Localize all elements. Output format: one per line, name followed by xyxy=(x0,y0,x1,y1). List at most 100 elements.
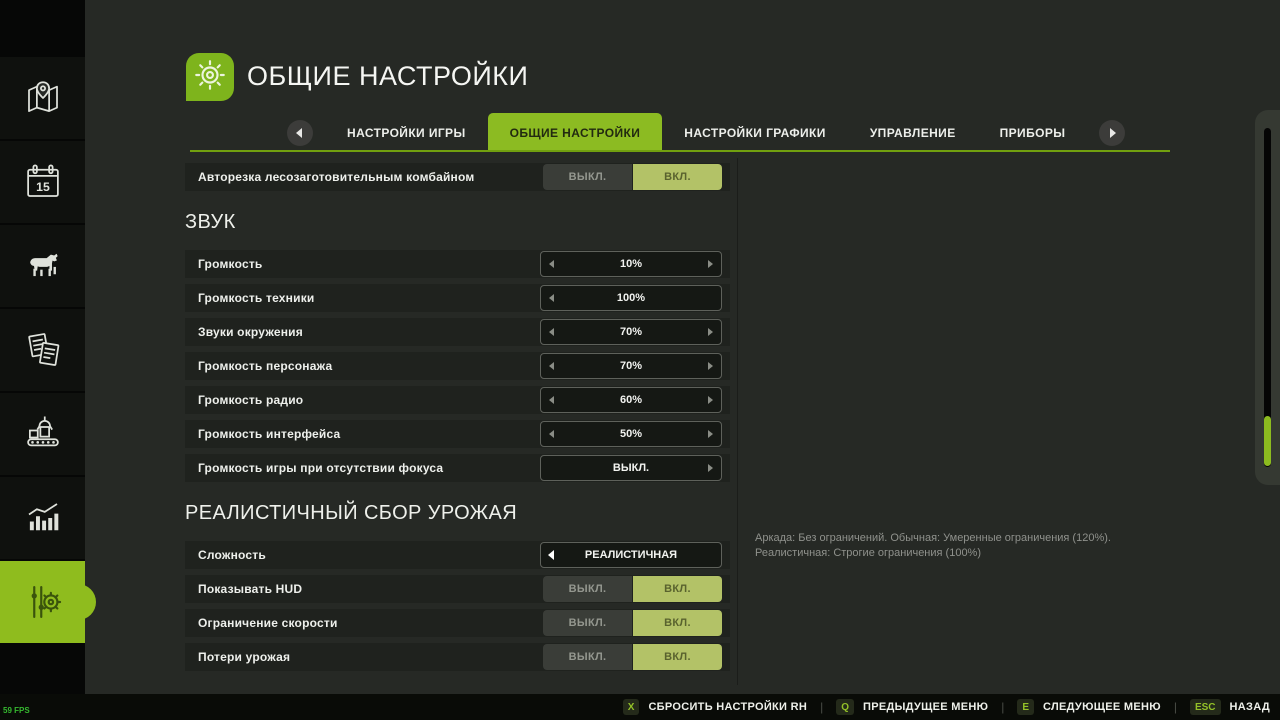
setting-label: Ограничение скорости xyxy=(198,616,338,630)
toggle-off-button[interactable]: ВЫКЛ. xyxy=(543,644,632,670)
value-stepper[interactable]: 70% xyxy=(540,353,722,379)
sidebar-item-calendar[interactable]: 15 xyxy=(0,141,85,223)
footer-hint[interactable]: ESC НАЗАД xyxy=(1190,699,1270,715)
sidebar-item-map[interactable] xyxy=(0,57,85,139)
stepper-value: 70% xyxy=(541,320,721,344)
value-stepper[interactable]: 50% xyxy=(540,421,722,447)
toggle-off-button[interactable]: ВЫКЛ. xyxy=(543,164,632,190)
settings-row: Показывать HUD ВЫКЛ. ВКЛ. xyxy=(185,575,730,603)
column-divider xyxy=(737,158,738,685)
toggle-switch: ВЫКЛ. ВКЛ. xyxy=(543,576,722,602)
scrollbar-thumb[interactable] xyxy=(1264,416,1271,466)
toggle-on-button[interactable]: ВКЛ. xyxy=(633,644,722,670)
map-icon xyxy=(22,77,64,119)
tabs-prev-button[interactable] xyxy=(287,120,313,146)
section-title: РЕАЛИСТИЧНЫЙ СБОР УРОЖАЯ xyxy=(185,499,730,527)
settings-row: Громкость 10% xyxy=(185,250,730,278)
stepper-right-arrow-icon[interactable] xyxy=(708,430,713,438)
stepper-right-arrow-icon[interactable] xyxy=(708,328,713,336)
settings-row: Громкость техники 100% xyxy=(185,284,730,312)
settings-row: Громкость интерфейса 50% xyxy=(185,420,730,448)
toggle-on-button[interactable]: ВКЛ. xyxy=(633,610,722,636)
value-stepper[interactable]: 70% xyxy=(540,319,722,345)
settings-rows: Громкость 10% Громкость техники 100% Зву… xyxy=(185,250,730,482)
settings-group: Авторезка лесозаготовительным комбайном … xyxy=(185,163,730,191)
calendar-icon: 15 xyxy=(22,161,64,203)
footer-separator: | xyxy=(1174,700,1177,714)
tabs-next-button[interactable] xyxy=(1099,120,1125,146)
settings-badge xyxy=(186,53,234,101)
toggle-on-button[interactable]: ВКЛ. xyxy=(633,164,722,190)
value-stepper[interactable]: ВЫКЛ. xyxy=(540,455,722,481)
tab[interactable]: НАСТРОЙКИ ГРАФИКИ xyxy=(662,113,848,152)
animals-icon xyxy=(21,244,65,288)
tab-bar: НАСТРОЙКИ ИГРЫОБЩИЕ НАСТРОЙКИНАСТРОЙКИ Г… xyxy=(275,113,1137,152)
tab[interactable]: ОБЩИЕ НАСТРОЙКИ xyxy=(488,113,663,152)
stepper-right-arrow-icon[interactable] xyxy=(708,260,713,268)
footer-hint-label: СЛЕДУЮЩЕЕ МЕНЮ xyxy=(1043,701,1161,713)
settings-icon xyxy=(22,581,64,623)
chevron-left-icon xyxy=(296,128,302,138)
calendar-day: 15 xyxy=(36,180,50,194)
sidebar-item-production[interactable] xyxy=(0,393,85,475)
gear-icon xyxy=(190,55,230,100)
key-badge: Q xyxy=(836,699,854,715)
settings-row: Громкость игры при отсутствии фокуса ВЫК… xyxy=(185,454,730,482)
value-stepper[interactable]: 10% xyxy=(540,251,722,277)
setting-label: Громкость игры при отсутствии фокуса xyxy=(198,461,443,475)
stepper-value: 50% xyxy=(541,422,721,446)
contracts-icon xyxy=(22,329,64,371)
toggle-on-button[interactable]: ВКЛ. xyxy=(633,576,722,602)
value-stepper[interactable]: РЕАЛИСТИЧНАЯ xyxy=(540,542,722,568)
toggle-off-button[interactable]: ВЫКЛ. xyxy=(543,610,632,636)
setting-label: Громкость радио xyxy=(198,393,303,407)
production-icon xyxy=(22,413,64,455)
key-badge: X xyxy=(623,699,640,715)
setting-label: Громкость xyxy=(198,257,262,271)
footer-hint-label: ПРЕДЫДУЩЕЕ МЕНЮ xyxy=(863,701,988,713)
footer-hints: X СБРОСИТЬ НАСТРОЙКИ RH | Q ПРЕДЫДУЩЕЕ М… xyxy=(610,699,1270,715)
settings-rows: Сложность РЕАЛИСТИЧНАЯ Показывать HUD ВЫ… xyxy=(185,541,730,671)
settings-row: Ограничение скорости ВЫКЛ. ВКЛ. xyxy=(185,609,730,637)
key-badge: E xyxy=(1017,699,1034,715)
toggle-off-button[interactable]: ВЫКЛ. xyxy=(543,576,632,602)
section-title: ЗВУК xyxy=(185,208,730,236)
sidebar-item-animals[interactable] xyxy=(0,225,85,307)
help-line: Аркада: Без ограничений. Обычная: Умерен… xyxy=(755,531,1195,546)
footer-hint[interactable]: X СБРОСИТЬ НАСТРОЙКИ RH xyxy=(623,699,807,715)
main-panel: ОБЩИЕ НАСТРОЙКИ НАСТРОЙКИ ИГРЫОБЩИЕ НАСТ… xyxy=(85,0,1280,694)
tab[interactable]: НАСТРОЙКИ ИГРЫ xyxy=(325,113,488,152)
setting-label: Громкость персонажа xyxy=(198,359,332,373)
sidebar: 15 xyxy=(0,0,85,694)
stepper-value: 10% xyxy=(541,252,721,276)
statistics-icon xyxy=(22,497,64,539)
stepper-value: РЕАЛИСТИЧНАЯ xyxy=(541,543,721,567)
stepper-right-arrow-icon[interactable] xyxy=(708,362,713,370)
scrollbar xyxy=(1255,110,1280,485)
tab[interactable]: УПРАВЛЕНИЕ xyxy=(848,113,978,152)
sidebar-item-settings[interactable] xyxy=(0,561,85,643)
stepper-value: 60% xyxy=(541,388,721,412)
setting-label: Потери урожая xyxy=(198,650,290,664)
scrollbar-track[interactable] xyxy=(1264,128,1271,467)
setting-label: Авторезка лесозаготовительным комбайном xyxy=(198,170,474,184)
sidebar-item-contracts[interactable] xyxy=(0,309,85,391)
footer-bar: 59 FPS X СБРОСИТЬ НАСТРОЙКИ RH | Q ПРЕДЫ… xyxy=(0,694,1280,720)
value-stepper[interactable]: 60% xyxy=(540,387,722,413)
tab-list: НАСТРОЙКИ ИГРЫОБЩИЕ НАСТРОЙКИНАСТРОЙКИ Г… xyxy=(325,113,1087,152)
stepper-right-arrow-icon[interactable] xyxy=(708,396,713,404)
settings-row: Потери урожая ВЫКЛ. ВКЛ. xyxy=(185,643,730,671)
tab[interactable]: ПРИБОРЫ xyxy=(978,113,1088,152)
stepper-value: 100% xyxy=(541,286,721,310)
chevron-right-icon xyxy=(1110,128,1116,138)
game-settings-screen: 15 xyxy=(0,0,1280,720)
footer-hint[interactable]: Q ПРЕДЫДУЩЕЕ МЕНЮ xyxy=(836,699,988,715)
value-stepper[interactable]: 100% xyxy=(540,285,722,311)
page-title: ОБЩИЕ НАСТРОЙКИ xyxy=(247,61,528,92)
sidebar-item-statistics[interactable] xyxy=(0,477,85,559)
fps-counter: 59 FPS xyxy=(3,706,30,715)
setting-label: Звуки окружения xyxy=(198,325,303,339)
footer-hint[interactable]: E СЛЕДУЮЩЕЕ МЕНЮ xyxy=(1017,699,1160,715)
stepper-right-arrow-icon[interactable] xyxy=(708,464,713,472)
settings-row: Авторезка лесозаготовительным комбайном … xyxy=(185,163,730,191)
